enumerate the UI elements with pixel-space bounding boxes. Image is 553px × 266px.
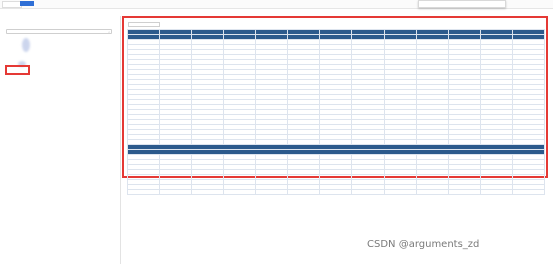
tab-active[interactable] <box>20 1 34 6</box>
table-cell <box>287 189 321 195</box>
table-cell <box>511 189 546 195</box>
table-row <box>126 189 546 195</box>
report-filter-input[interactable] <box>128 22 160 27</box>
table-cell <box>126 189 161 195</box>
sidebar: ⌕ <box>2 16 121 264</box>
report-panel <box>122 16 548 195</box>
blurred-region <box>22 38 30 52</box>
sidebar-search-input[interactable]: ⌕ <box>6 29 112 34</box>
dropdown-popup <box>418 0 506 8</box>
table-cell <box>159 189 193 195</box>
table-cell <box>191 189 225 195</box>
table-cell <box>447 189 481 195</box>
table-cell <box>255 189 289 195</box>
search-icon: ⌕ <box>108 30 110 34</box>
table-cell <box>351 189 385 195</box>
table-cell <box>479 189 513 195</box>
table-cell <box>223 189 257 195</box>
selection-highlight-box <box>5 65 30 75</box>
report-table <box>126 29 546 195</box>
table-cell <box>319 189 353 195</box>
table-cell <box>383 189 417 195</box>
watermark: CSDN @arguments_zd <box>367 239 480 250</box>
tab-previous[interactable] <box>2 1 22 8</box>
table-cell <box>415 189 449 195</box>
